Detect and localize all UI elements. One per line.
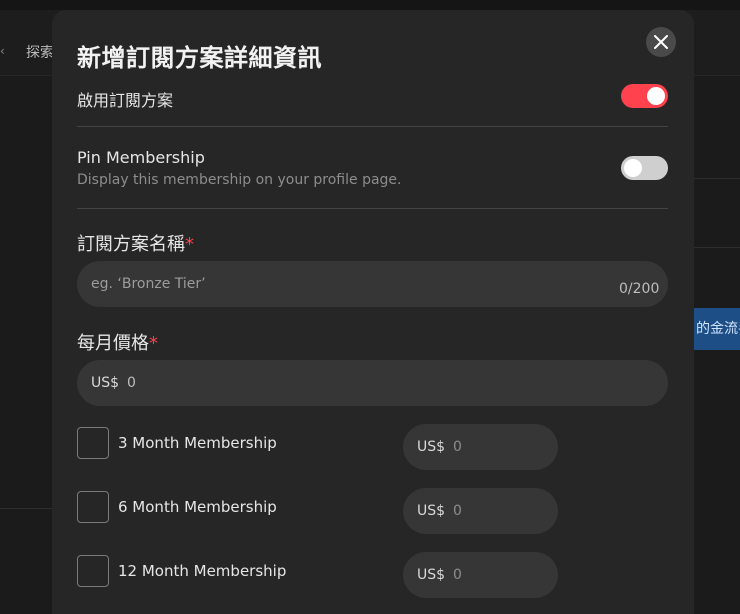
enable-membership-toggle[interactable] <box>621 84 668 108</box>
label-12-month: 12 Month Membership <box>118 562 287 580</box>
membership-name-label: 訂閱方案名稱* <box>77 234 194 255</box>
price-field-12-month[interactable]: US$ <box>403 552 558 598</box>
price-input-12-month[interactable] <box>453 567 514 583</box>
checkbox-6-month[interactable] <box>77 491 109 523</box>
toggle-knob <box>647 87 665 105</box>
price-field-6-month[interactable]: US$ <box>403 488 558 534</box>
toggle-knob <box>624 159 642 177</box>
divider <box>77 126 668 127</box>
price-field-3-month[interactable]: US$ <box>403 424 558 470</box>
pin-membership-description: Display this membership on your profile … <box>77 172 402 188</box>
background-payment-button[interactable]: 的金流手 <box>692 308 740 350</box>
currency-label: US$ <box>91 375 120 391</box>
pin-membership-toggle[interactable] <box>621 156 668 180</box>
required-mark: * <box>185 234 194 255</box>
monthly-price-field[interactable]: US$ <box>77 360 668 406</box>
pin-membership-label: Pin Membership <box>77 148 205 167</box>
background-panel <box>692 178 740 248</box>
enable-membership-label: 啟用訂閱方案 <box>77 91 174 110</box>
monthly-price-input[interactable] <box>127 375 188 391</box>
close-icon <box>654 35 668 49</box>
background-divider <box>0 508 52 509</box>
checkbox-12-month[interactable] <box>77 555 109 587</box>
label-6-month: 6 Month Membership <box>118 498 277 516</box>
price-input-3-month[interactable] <box>453 439 514 455</box>
checkbox-3-month[interactable] <box>77 427 109 459</box>
nav-chevron-icon[interactable]: ‹ <box>0 44 5 58</box>
membership-name-input[interactable] <box>77 261 668 307</box>
nav-explore-link[interactable]: 探索 <box>26 42 54 62</box>
currency-label: US$ <box>417 439 446 455</box>
required-mark: * <box>149 333 158 354</box>
price-input-6-month[interactable] <box>453 503 514 519</box>
character-counter: 0/200 <box>619 281 660 297</box>
divider <box>77 208 668 209</box>
currency-label: US$ <box>417 503 446 519</box>
modal-title: 新增訂閱方案詳細資訊 <box>77 44 322 72</box>
label-3-month: 3 Month Membership <box>118 434 277 452</box>
currency-label: US$ <box>417 567 446 583</box>
close-button[interactable] <box>646 27 676 57</box>
membership-details-modal: 新增訂閱方案詳細資訊 啟用訂閱方案 Pin Membership Display… <box>52 10 694 614</box>
background-top-bar <box>0 0 740 10</box>
monthly-price-label: 每月價格* <box>77 333 158 354</box>
